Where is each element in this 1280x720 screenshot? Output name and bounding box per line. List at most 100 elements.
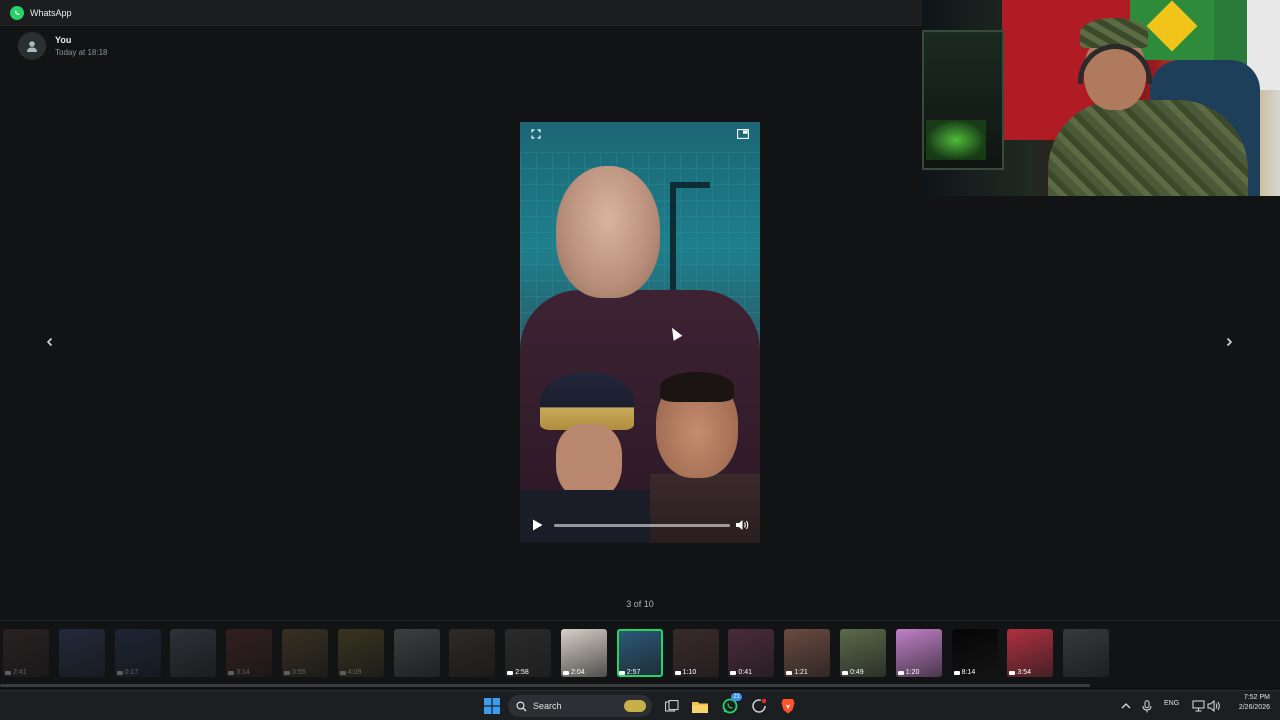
thumbnail-duration-label: 1:10 (682, 669, 697, 676)
media-thumbnail[interactable] (58, 629, 105, 677)
picture-in-picture-button[interactable] (736, 128, 750, 140)
video-camera-icon (786, 670, 793, 675)
thumbnail-duration-label: 4:09 (347, 669, 362, 676)
thumbnail-duration-label: 0:41 (738, 669, 753, 676)
video-progress-bar[interactable] (554, 524, 730, 527)
video-camera-icon (674, 670, 681, 675)
task-view-button[interactable] (662, 696, 682, 716)
volume-tray-button[interactable] (1204, 696, 1224, 716)
video-camera-icon (730, 670, 737, 675)
media-thumbnail[interactable]: 1:10 (672, 629, 719, 677)
show-hidden-icons-button[interactable] (1116, 696, 1136, 716)
folder-icon (692, 701, 708, 713)
video-camera-icon (842, 670, 848, 675)
thumbnail-duration: 2:41 (3, 669, 27, 676)
thumbnail-duration-label: 1:21 (794, 669, 808, 676)
task-view-icon (665, 700, 679, 712)
thumbnail-duration-label: 1:20 (905, 669, 920, 676)
refresh-app-icon (752, 698, 767, 713)
thumbnail-duration-label: 8:14 (961, 669, 976, 676)
media-thumbnail[interactable] (393, 629, 440, 677)
language-indicator[interactable]: ENG (1164, 700, 1179, 707)
video-camera-icon (563, 670, 569, 675)
network-icon (1192, 700, 1204, 712)
media-thumbnail[interactable]: 3:14 (226, 629, 273, 677)
media-thumbnail[interactable] (170, 629, 217, 677)
app-title: WhatsApp (30, 7, 72, 18)
media-thumbnail[interactable]: 2:58 (505, 629, 552, 677)
picture-in-picture-icon (737, 129, 749, 139)
play-button[interactable] (530, 518, 544, 532)
thumbnail-duration: 3:54 (1007, 669, 1031, 676)
thumbnail-duration-label: 3:55 (292, 669, 306, 676)
video-camera-icon (1009, 670, 1016, 675)
video-camera-icon (339, 670, 346, 675)
start-button[interactable] (482, 696, 502, 716)
windows-logo-icon (484, 698, 500, 714)
next-media-button[interactable] (1219, 332, 1239, 352)
search-highlight-icon (624, 700, 646, 712)
thumbnail-duration: 3:55 (282, 669, 306, 676)
thumbnail-duration: 3:14 (226, 669, 250, 676)
whatsapp-unread-badge: 21 (731, 693, 742, 701)
brave-browser-button[interactable] (778, 696, 798, 716)
thumbnail-scrollbar[interactable] (0, 684, 1090, 687)
chevron-up-icon (1121, 703, 1131, 709)
media-thumbnail[interactable]: 2:04 (561, 629, 607, 677)
fullscreen-button[interactable] (530, 128, 542, 140)
taskbar-search[interactable]: Search (508, 695, 652, 717)
speaker-icon (1207, 700, 1220, 712)
thumbnail-duration: 1:20 (896, 669, 920, 676)
file-explorer-button[interactable] (690, 696, 710, 716)
media-thumbnail[interactable]: 1:20 (895, 629, 942, 677)
sender-timestamp: Today at 18:18 (55, 48, 108, 57)
thumbnail-duration: 2:57 (617, 669, 640, 676)
microphone-button[interactable] (1137, 696, 1157, 716)
media-thumbnail[interactable]: 1:21 (784, 629, 831, 677)
person-icon (27, 41, 37, 52)
thumbnail-duration: 2:04 (561, 669, 585, 676)
avatar[interactable] (18, 32, 46, 60)
thumbnail-duration-label: 3:54 (1017, 669, 1032, 676)
thumbnail-duration: 0:49 (840, 669, 864, 676)
sender-name: You (55, 35, 72, 45)
media-thumbnail[interactable]: 0:41 (728, 629, 775, 677)
thumbnail-duration: 1:21 (784, 669, 808, 676)
search-label: Search (533, 701, 562, 711)
video-frame-officer-head (556, 424, 622, 500)
media-thumbnail[interactable]: 2:41 (3, 629, 49, 677)
media-thumbnail[interactable]: 0:17 (114, 629, 161, 677)
thumbnail-duration-label: 3:14 (236, 669, 250, 676)
clock[interactable]: 7:52 PM 2/26/2026 (1228, 694, 1270, 711)
app-taskbar-button[interactable] (749, 696, 769, 716)
media-thumbnail[interactable]: 8:14 (951, 629, 998, 677)
thumbnail-duration-label: 0:49 (850, 669, 864, 676)
media-thumbnail[interactable] (1063, 629, 1110, 677)
search-icon (516, 700, 527, 711)
whatsapp-taskbar-button[interactable]: 21 (720, 693, 742, 716)
fullscreen-icon (531, 129, 541, 139)
thumbnail-duration: 8:14 (952, 669, 976, 676)
media-thumbnail-strip: 2:41 0:17 3:14 3:55 4:09 2:58 2:04 2:57 1:10 0:41… (0, 620, 1280, 686)
whatsapp-logo-icon (10, 5, 24, 20)
taskbar: Search 21 ENG 7:52 PM 2/26/2026 (0, 690, 1280, 720)
previous-media-button[interactable] (40, 332, 60, 352)
thumbnail-duration: 4:09 (338, 669, 362, 676)
media-thumbnail[interactable]: 2:57 (616, 629, 663, 677)
thumbnail-duration: 1:10 (673, 669, 697, 676)
chevron-left-icon (46, 337, 53, 347)
thumbnail-duration-label: 0:17 (124, 669, 139, 676)
media-thumbnail[interactable] (449, 629, 496, 677)
webcam-pc-glow (926, 120, 986, 160)
brave-lion-icon (781, 699, 795, 714)
sender-info[interactable]: You Today at 18:18 (18, 32, 107, 60)
media-thumbnail[interactable]: 3:55 (282, 629, 328, 677)
microphone-icon (1142, 699, 1152, 712)
media-thumbnail[interactable]: 3:54 (1007, 629, 1054, 677)
media-thumbnail[interactable]: 4:09 (337, 629, 384, 677)
volume-icon (736, 520, 749, 530)
thumbnail-duration-label: 2:58 (515, 669, 529, 676)
media-thumbnail[interactable]: 0:49 (840, 629, 886, 677)
volume-button[interactable] (734, 518, 752, 532)
media-counter: 3 of 10 (626, 599, 654, 609)
